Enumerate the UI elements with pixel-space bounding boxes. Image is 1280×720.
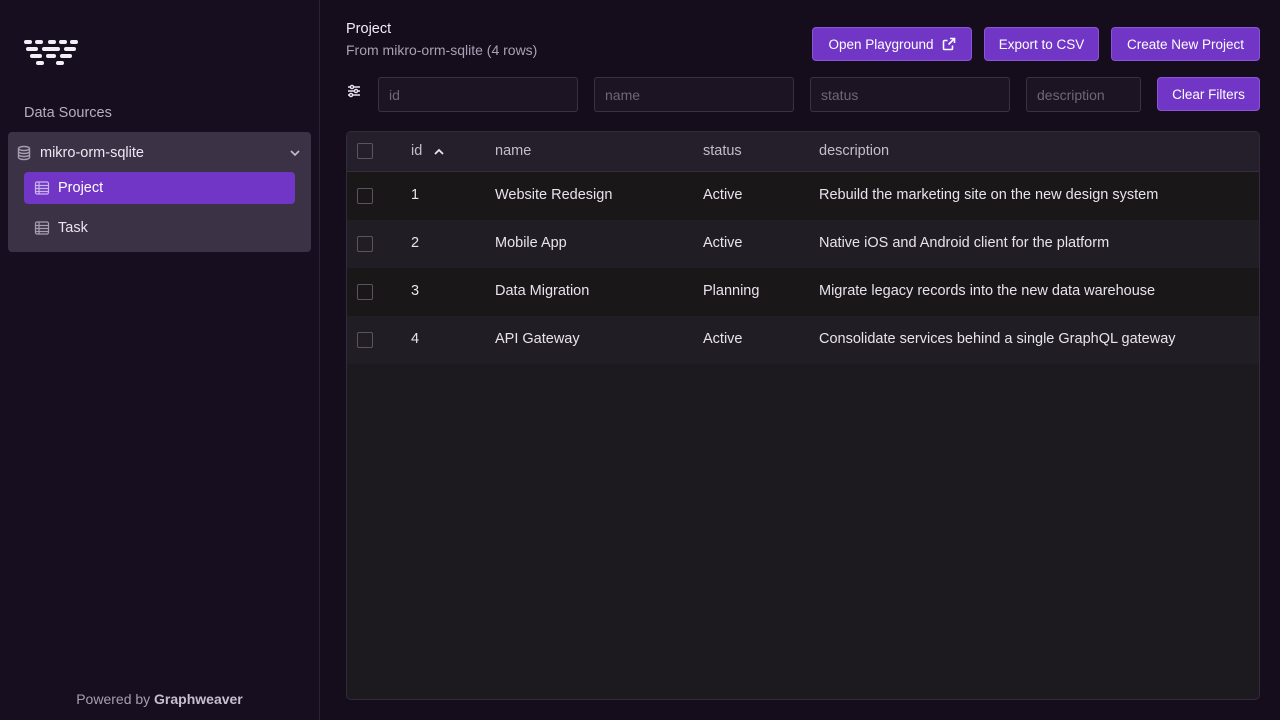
main-content: Project From mikro-orm-sqlite (4 rows) O…: [320, 0, 1280, 720]
sidebar-item-task[interactable]: Task: [24, 212, 295, 244]
table-row[interactable]: 3 Data Migration Planning Migrate legacy…: [347, 268, 1259, 316]
open-playground-label: Open Playground: [828, 36, 934, 52]
export-csv-label: Export to CSV: [998, 36, 1085, 52]
table-row[interactable]: 4 API Gateway Active Consolidate service…: [347, 316, 1259, 364]
open-playground-button[interactable]: Open Playground: [812, 27, 972, 61]
export-csv-button[interactable]: Export to CSV: [984, 27, 1099, 61]
cell-id: 1: [411, 187, 420, 203]
powered-by-text: Powered by: [76, 691, 151, 707]
clear-filters-button[interactable]: Clear Filters: [1157, 77, 1260, 111]
cell-description: Native iOS and Android client for the pl…: [819, 235, 1110, 251]
sidebar-item-project[interactable]: Project: [24, 172, 295, 204]
name-filter-input[interactable]: [594, 77, 794, 112]
external-link-icon: [942, 37, 956, 51]
clear-filters-label: Clear Filters: [1172, 86, 1245, 102]
cell-status: Active: [703, 331, 743, 347]
app: Data Sources mikro-orm-sqlite Project Ta…: [0, 0, 1280, 720]
filter-sliders-icon[interactable]: [346, 83, 362, 99]
table-icon: [34, 180, 50, 196]
data-table: id name status description 1 Website Red…: [346, 131, 1260, 700]
cell-id: 3: [411, 283, 420, 299]
cell-name: Mobile App: [495, 235, 567, 251]
database-icon: [16, 145, 32, 161]
page-title: Project: [346, 21, 392, 37]
table-row[interactable]: 2 Mobile App Active Native iOS and Andro…: [347, 220, 1259, 268]
sort-ascending-icon[interactable]: [432, 145, 446, 159]
row-checkbox[interactable]: [357, 284, 373, 300]
graphweaver-logo[interactable]: [24, 38, 78, 68]
data-source-name: mikro-orm-sqlite: [40, 145, 144, 161]
select-all-checkbox[interactable]: [357, 143, 373, 159]
cell-name: Data Migration: [495, 283, 590, 299]
cell-description: Consolidate services behind a single Gra…: [819, 331, 1176, 347]
cell-id: 2: [411, 235, 420, 251]
cell-id: 4: [411, 331, 420, 347]
data-source-panel: mikro-orm-sqlite Project Task: [8, 132, 311, 252]
graphweaver-link[interactable]: Graphweaver: [154, 691, 243, 707]
sidebar: Data Sources mikro-orm-sqlite Project Ta…: [0, 0, 320, 720]
table-row[interactable]: 1 Website Redesign Active Rebuild the ma…: [347, 172, 1259, 220]
cell-name: API Gateway: [495, 331, 580, 347]
status-filter-input[interactable]: [810, 77, 1010, 112]
row-checkbox[interactable]: [357, 236, 373, 252]
cell-description: Migrate legacy records into the new data…: [819, 283, 1156, 299]
chevron-down-icon[interactable]: [287, 145, 303, 161]
create-project-label: Create New Project: [1126, 36, 1245, 52]
column-header-id[interactable]: id: [411, 143, 422, 159]
powered-by-footer: Powered by Graphweaver: [0, 691, 319, 707]
cell-status: Active: [703, 235, 743, 251]
description-filter-input[interactable]: [1026, 77, 1141, 112]
page-subtitle: From mikro-orm-sqlite (4 rows): [346, 42, 538, 58]
row-checkbox[interactable]: [357, 188, 373, 204]
sidebar-item-label: Project: [58, 180, 104, 196]
create-new-project-button[interactable]: Create New Project: [1111, 27, 1260, 61]
column-header-description[interactable]: description: [819, 143, 889, 159]
cell-name: Website Redesign: [495, 187, 613, 203]
row-checkbox[interactable]: [357, 332, 373, 348]
data-sources-heading: Data Sources: [24, 105, 112, 121]
column-header-status[interactable]: status: [703, 143, 742, 159]
cell-status: Planning: [703, 283, 760, 299]
data-source-toggle[interactable]: mikro-orm-sqlite: [16, 142, 303, 164]
table-icon: [34, 220, 50, 236]
sidebar-item-label: Task: [58, 220, 88, 236]
cell-status: Active: [703, 187, 743, 203]
column-header-name[interactable]: name: [495, 143, 531, 159]
cell-description: Rebuild the marketing site on the new de…: [819, 187, 1159, 203]
table-header: id name status description: [347, 132, 1259, 172]
id-filter-input[interactable]: [378, 77, 578, 112]
